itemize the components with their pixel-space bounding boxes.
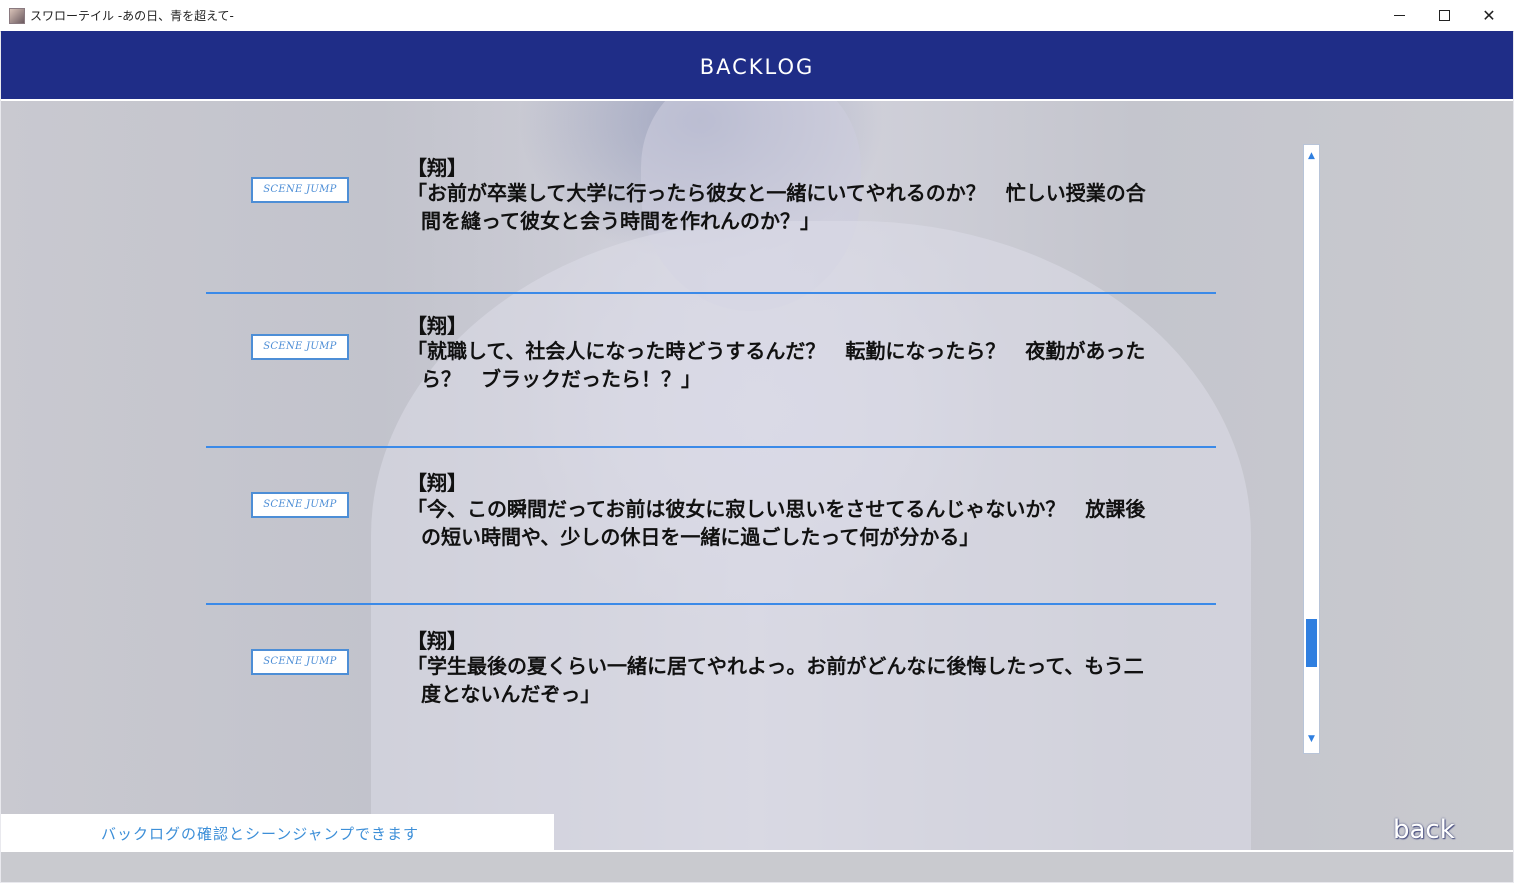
minimize-button[interactable] (1376, 0, 1422, 31)
scene-jump-button[interactable]: SCENE JUMP (251, 492, 349, 518)
back-button[interactable]: back (1393, 815, 1455, 845)
scroll-up-arrow-icon[interactable]: ▲ (1304, 151, 1319, 161)
backlog-scrollbar[interactable]: ▲ ▼ (1303, 144, 1320, 754)
dialogue-line: の短い時間や、少しの休日を一緒に過ごしたって何が分かる」 (421, 525, 980, 549)
dialogue-line: 「お前が卒業して大学に行ったら彼女と一緒にいてやれるのか？ 忙しい授業の合 (407, 181, 1146, 205)
speaker-name: 【翔】 (407, 471, 467, 495)
scene-jump-button[interactable]: SCENE JUMP (251, 334, 349, 360)
app-icon (9, 8, 25, 24)
page-title: BACKLOG (699, 55, 815, 79)
speaker-name: 【翔】 (407, 314, 467, 338)
scroll-down-arrow-icon[interactable]: ▼ (1304, 734, 1319, 744)
bottom-strip (1, 850, 1513, 882)
entry-divider (206, 446, 1216, 448)
background-character-body (371, 221, 1251, 882)
backlog-header: BACKLOG (1, 31, 1513, 101)
close-button[interactable]: ✕ (1466, 0, 1512, 31)
dialogue-line: 「就職して、社会人になった時どうするんだ？ 転勤になったら？ 夜勤があった (407, 339, 1146, 363)
dialogue-line: 度とないんだぞっ」 (421, 682, 601, 706)
help-text: バックログの確認とシーンジャンプできます (101, 825, 420, 843)
dialogue-text: 「就職して、社会人になった時どうするんだ？ 転勤になったら？ 夜勤があった ら？… (407, 337, 1167, 393)
entry-divider (206, 292, 1216, 294)
scene-jump-button[interactable]: SCENE JUMP (251, 649, 349, 675)
dialogue-text: 「学生最後の夏くらい一緒に居てやれよっ。お前がどんなに後悔したって、もう二 度と… (407, 652, 1167, 708)
game-screen: BACKLOG SCENE JUMP 【翔】 「お前が卒業して大学に行ったら彼女… (1, 31, 1513, 882)
maximize-icon (1438, 10, 1450, 21)
entry-divider (206, 603, 1216, 605)
speaker-name: 【翔】 (407, 156, 467, 180)
minimize-icon (1393, 15, 1405, 16)
dialogue-text: 「お前が卒業して大学に行ったら彼女と一緒にいてやれるのか？ 忙しい授業の合 間を… (407, 179, 1167, 235)
dialogue-line: ら？ ブラックだったら！？」 (421, 367, 701, 391)
scroll-thumb[interactable] (1306, 619, 1317, 668)
speaker-name: 【翔】 (407, 629, 467, 653)
scene-jump-button[interactable]: SCENE JUMP (251, 177, 349, 203)
dialogue-text: 「今、この瞬間だってお前は彼女に寂しい思いをさせてるんじゃないか？ 放課後 の短… (407, 495, 1167, 551)
window-title: スワローテイル -あの日、青を超えて- (30, 9, 234, 23)
maximize-button[interactable] (1421, 0, 1467, 31)
window-titlebar: スワローテイル -あの日、青を超えて- ✕ (0, 0, 1514, 32)
dialogue-line: 「今、この瞬間だってお前は彼女に寂しい思いをさせてるんじゃないか？ 放課後 (407, 497, 1146, 521)
help-bar: バックログの確認とシーンジャンプできます (1, 814, 554, 850)
dialogue-line: 「学生最後の夏くらい一緒に居てやれよっ。お前がどんなに後悔したって、もう二 (407, 654, 1144, 678)
dialogue-line: 間を縫って彼女と会う時間を作れんのか？」 (421, 209, 820, 233)
close-icon: ✕ (1482, 5, 1496, 25)
